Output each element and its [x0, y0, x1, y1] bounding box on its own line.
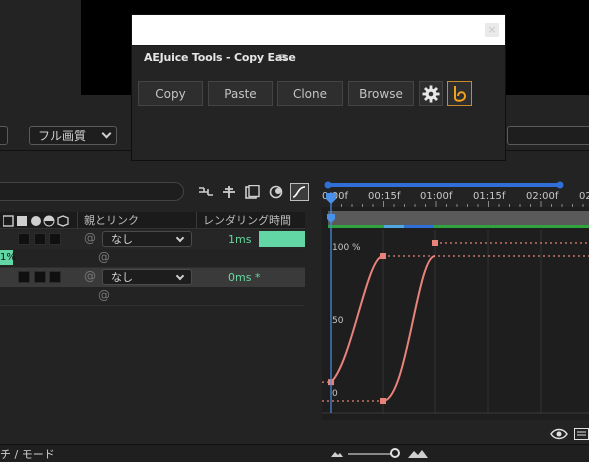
render-time-value: 0ms *	[228, 271, 261, 284]
timeline-column-header: 親とリンク レンダリング時間	[0, 212, 305, 229]
layer-property-row: @	[0, 287, 305, 306]
chevron-down-icon	[175, 271, 185, 280]
resolution-select-label: フル画質	[38, 129, 87, 143]
graph-y-label: 0	[332, 389, 338, 399]
layer-row[interactable]: @ なし 1ms	[0, 230, 305, 249]
copy-button[interactable]: Copy	[138, 81, 203, 106]
clone-button[interactable]: Clone	[277, 81, 343, 106]
shy-switch[interactable]	[49, 271, 61, 283]
ruler-label: 00:15f	[368, 191, 401, 202]
parent-select[interactable]: なし	[102, 269, 192, 285]
curve-series-2	[382, 255, 436, 402]
pickwhip-icon[interactable]: @	[98, 288, 110, 302]
settings-button[interactable]	[419, 81, 443, 106]
graph-y-label: 100 %	[332, 243, 361, 253]
timeline-search-input[interactable]	[0, 182, 184, 201]
keyframe-range-indicator	[404, 225, 434, 228]
zoom-out-mountain-icon[interactable]	[330, 449, 344, 459]
panel-titlebar	[132, 15, 505, 45]
chevron-down-icon	[101, 128, 112, 139]
keyframe-marker[interactable]	[380, 253, 386, 259]
solo-switch[interactable]	[18, 233, 30, 245]
chevron-down-icon	[175, 233, 185, 242]
work-area-bar[interactable]	[328, 183, 560, 187]
graph-y-label: 50	[332, 316, 344, 326]
layer-switches-icons	[3, 215, 69, 227]
render-time-bar	[259, 231, 305, 247]
switches-modes-toggle[interactable]: チ / モード	[0, 446, 55, 462]
lock-switch[interactable]	[34, 233, 46, 245]
list-icon[interactable]	[574, 428, 589, 440]
zoom-slider-thumb[interactable]	[390, 448, 400, 458]
parent-select[interactable]: なし	[102, 231, 192, 247]
frame-blend-icon[interactable]	[244, 185, 260, 199]
render-time-value: 1ms	[228, 233, 252, 246]
zoom-slider-track[interactable]	[348, 453, 392, 455]
browse-button[interactable]: Browse	[348, 81, 414, 106]
aejuice-logo-button[interactable]	[447, 81, 472, 106]
percent-badge: 1%	[0, 250, 16, 265]
parent-link-header: 親とリンク	[84, 214, 139, 227]
resolution-select[interactable]: フル画質	[29, 126, 117, 145]
panel-divider	[132, 45, 505, 46]
render-time-header: レンダリング時間	[203, 214, 291, 227]
eye-icon[interactable]	[550, 428, 568, 440]
column-divider	[196, 212, 197, 229]
layer-property-row: 1% @	[0, 249, 305, 268]
work-area-start-handle[interactable]	[324, 181, 332, 189]
toolbar-control[interactable]	[507, 126, 589, 145]
parent-select-value: なし	[111, 233, 133, 246]
panel-title: AEJuice Tools - Copy Ease	[144, 51, 296, 64]
column-divider	[77, 212, 78, 229]
keyframe-marker[interactable]	[432, 240, 438, 246]
zoom-in-mountain-icon[interactable]	[408, 448, 428, 459]
parent-select-value: なし	[111, 271, 133, 284]
ruler-label: 01:15f	[473, 191, 506, 202]
work-area-end-handle[interactable]	[556, 181, 564, 189]
shy-switch[interactable]	[49, 233, 61, 245]
pickwhip-icon[interactable]: @	[84, 231, 96, 245]
aejuice-logo-icon	[453, 85, 466, 102]
work-area-indicator	[328, 225, 589, 228]
graph-editor-canvas[interactable]: 0:00f 00:15f 01:00f 01:15f 02:00f 02 100…	[322, 180, 589, 420]
ruler-label: 01:00f	[420, 191, 453, 202]
magnification-select[interactable]	[0, 126, 8, 145]
keyframe-marker[interactable]	[380, 398, 386, 404]
lock-switch[interactable]	[34, 271, 46, 283]
copy-ease-panel: × AEJuice Tools - Copy Ease ≡ Copy Paste…	[131, 14, 506, 161]
hamburger-icon[interactable]: ≡	[277, 50, 287, 64]
timeline-bottom-bar	[0, 444, 589, 462]
close-icon[interactable]: ×	[485, 23, 499, 37]
layer-row[interactable]: @ なし 0ms *	[0, 268, 305, 287]
paste-button[interactable]: Paste	[208, 81, 273, 106]
gear-icon	[422, 85, 440, 102]
hierarchy-icon[interactable]	[198, 185, 214, 199]
ruler-label: 02	[579, 191, 589, 202]
draft-3d-icon[interactable]	[221, 185, 237, 199]
graph-editor-icon[interactable]	[290, 183, 309, 201]
pickwhip-icon[interactable]: @	[84, 269, 96, 283]
motion-blur-icon[interactable]	[268, 185, 284, 199]
solo-switch[interactable]	[18, 271, 30, 283]
pickwhip-icon[interactable]: @	[98, 250, 110, 264]
ruler-label: 02:00f	[526, 191, 559, 202]
